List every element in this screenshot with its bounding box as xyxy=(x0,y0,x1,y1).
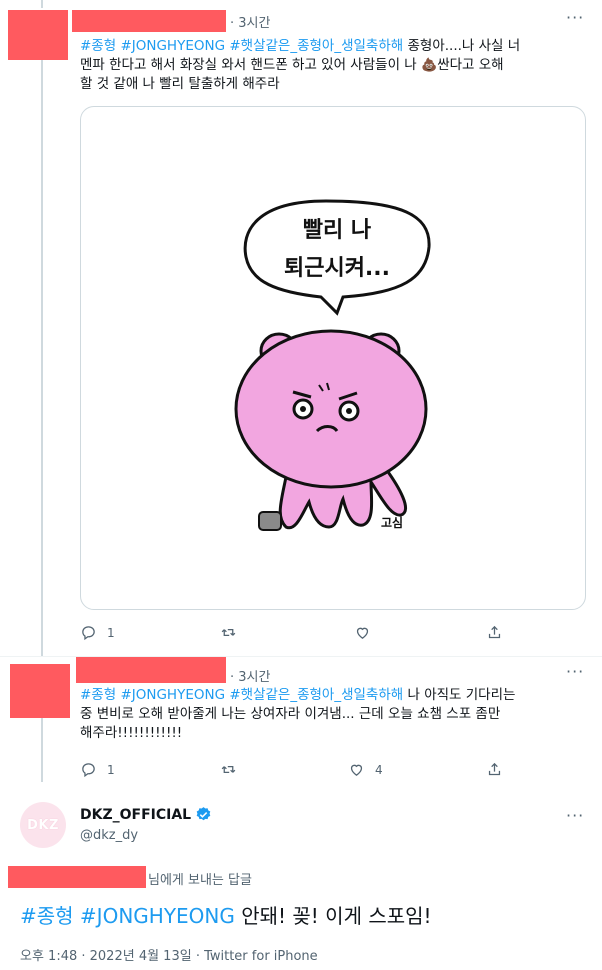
bubble-text-1: 빨리 나 xyxy=(303,218,371,243)
hashtag-link[interactable]: #햇살같은_종형아_생일축하해 xyxy=(229,687,403,703)
avatar[interactable]: DKZ xyxy=(20,802,66,848)
avatar-redacted[interactable] xyxy=(8,10,68,60)
bubble-text-2: 퇴근시켜... xyxy=(284,256,390,281)
username-redacted[interactable] xyxy=(76,657,226,683)
display-name[interactable]: DKZ_OFFICIAL xyxy=(80,806,212,823)
hashtag-link[interactable]: #JONGHYEONG xyxy=(120,38,225,54)
hashtag-link[interactable]: #JONGHYEONG xyxy=(120,687,225,703)
user-handle[interactable]: @dkz_dy xyxy=(80,828,138,843)
retweet-button[interactable] xyxy=(220,624,237,641)
tweet-media-image[interactable]: 빨리 나 퇴근시켜... 고심 xyxy=(80,106,586,610)
more-options-icon[interactable]: ··· xyxy=(566,806,584,825)
reply-button[interactable]: 1 xyxy=(80,761,115,778)
hashtag-link[interactable]: #종형 xyxy=(80,38,116,54)
retweet-icon xyxy=(221,629,236,636)
artist-signature: 고심 xyxy=(381,515,403,530)
retweet-button[interactable] xyxy=(220,761,237,778)
hashtag-link[interactable]: #종형 xyxy=(80,687,116,703)
more-options-icon[interactable]: ··· xyxy=(566,662,584,681)
tweet-time[interactable]: · 3시간 xyxy=(230,666,270,685)
poop-emoji: 💩 xyxy=(421,58,438,73)
heart-icon xyxy=(356,627,369,639)
hashtag-link[interactable]: #JONGHYEONG xyxy=(80,904,235,928)
share-button[interactable] xyxy=(486,624,503,641)
thread-line-1 xyxy=(41,60,43,656)
avatar-redacted[interactable] xyxy=(10,664,70,718)
like-button[interactable]: 4 xyxy=(348,761,383,778)
verified-badge-icon xyxy=(196,807,211,821)
reply-count: 1 xyxy=(107,625,115,640)
hashtag-link[interactable]: #햇살같은_종형아_생일축하해 xyxy=(229,38,403,54)
tweet-timestamp[interactable]: 오후 1:48 · 2022년 4월 13일 · Twitter for iPh… xyxy=(20,945,318,964)
heart-icon xyxy=(350,764,363,776)
like-count: 4 xyxy=(375,762,383,777)
reply-count: 1 xyxy=(107,762,115,777)
reply-to-username-redacted[interactable] xyxy=(8,866,146,888)
share-button[interactable] xyxy=(486,761,503,778)
tweet-text: #종형 #JONGHYEONG #햇살같은_종형아_생일축하해 나 아직도 기다… xyxy=(80,687,516,741)
thread-line-2 xyxy=(41,718,43,782)
username-redacted[interactable] xyxy=(72,10,226,32)
hashtag-link[interactable]: #종형 xyxy=(20,904,74,928)
avatar-logo-text: DKZ xyxy=(27,817,59,833)
share-icon xyxy=(488,625,501,639)
tweet-text: #종형 #JONGHYEONG #햇살같은_종형아_생일축하해 종형아....나… xyxy=(80,38,521,92)
reply-button[interactable]: 1 xyxy=(80,624,115,641)
more-options-icon[interactable]: ··· xyxy=(566,8,584,27)
like-button[interactable] xyxy=(354,624,371,641)
share-icon xyxy=(488,762,501,776)
tweet-time[interactable]: · 3시간 xyxy=(230,12,270,31)
thread-line-top xyxy=(41,0,43,8)
reply-icon xyxy=(82,626,95,641)
reply-to-label: 님에게 보내는 답글 xyxy=(148,873,252,888)
retweet-icon xyxy=(221,766,236,773)
main-tweet-text: #종형 #JONGHYEONG 안돼! 꽂! 이게 스포임! xyxy=(20,904,432,928)
reply-icon xyxy=(82,763,95,778)
